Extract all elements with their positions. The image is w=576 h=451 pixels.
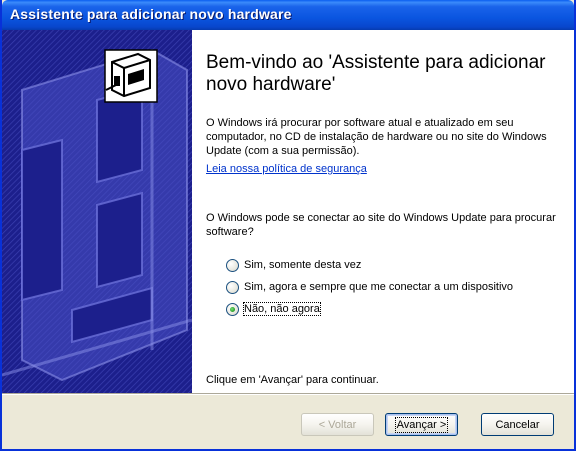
- radio-button-no-not-now[interactable]: [226, 302, 239, 316]
- wizard-content: Bem-vindo ao 'Assistente para adicionar …: [2, 30, 574, 393]
- radio-yes-once[interactable]: Sim, somente desta vez: [226, 257, 361, 273]
- radio-button-yes-once[interactable]: [226, 258, 239, 272]
- button-separator: [2, 393, 574, 395]
- continue-hint: Clique em 'Avançar' para continuar.: [206, 374, 379, 386]
- back-button-label: < Voltar: [318, 418, 357, 431]
- window-title: Assistente para adicionar novo hardware: [10, 6, 292, 22]
- next-button-label: Avançar >: [394, 416, 449, 433]
- radio-label-yes-once: Sim, somente desta vez: [244, 259, 362, 271]
- radio-label-yes-always: Sim, agora e sempre que me conectar a um…: [244, 281, 514, 293]
- update-question: O Windows pode se conectar ao site do Wi…: [206, 212, 556, 238]
- privacy-policy-link[interactable]: Leia nossa política de segurança: [206, 163, 367, 175]
- radio-label-no-not-now: Não, não agora: [243, 302, 321, 316]
- hardware-wizard-banner-icon: [2, 30, 192, 393]
- radio-no-not-now[interactable]: Não, não agora: [226, 301, 321, 317]
- next-button[interactable]: Avançar >: [385, 413, 458, 436]
- hardware-card-icon: [104, 49, 158, 103]
- back-button[interactable]: < Voltar: [301, 413, 374, 436]
- cancel-button[interactable]: Cancelar: [481, 413, 554, 436]
- radio-button-yes-always[interactable]: [226, 280, 239, 294]
- title-bar[interactable]: Assistente para adicionar novo hardware: [2, 0, 574, 30]
- page-title: Bem-vindo ao 'Assistente para adicionar …: [206, 52, 546, 95]
- cancel-button-label: Cancelar: [495, 418, 540, 431]
- wizard-main-pane: Bem-vindo ao 'Assistente para adicionar …: [206, 30, 566, 393]
- wizard-window: Assistente para adicionar novo hardware: [0, 0, 576, 451]
- intro-text: O Windows irá procurar por software atua…: [206, 117, 547, 157]
- radio-yes-always[interactable]: Sim, agora e sempre que me conectar a um…: [226, 279, 513, 295]
